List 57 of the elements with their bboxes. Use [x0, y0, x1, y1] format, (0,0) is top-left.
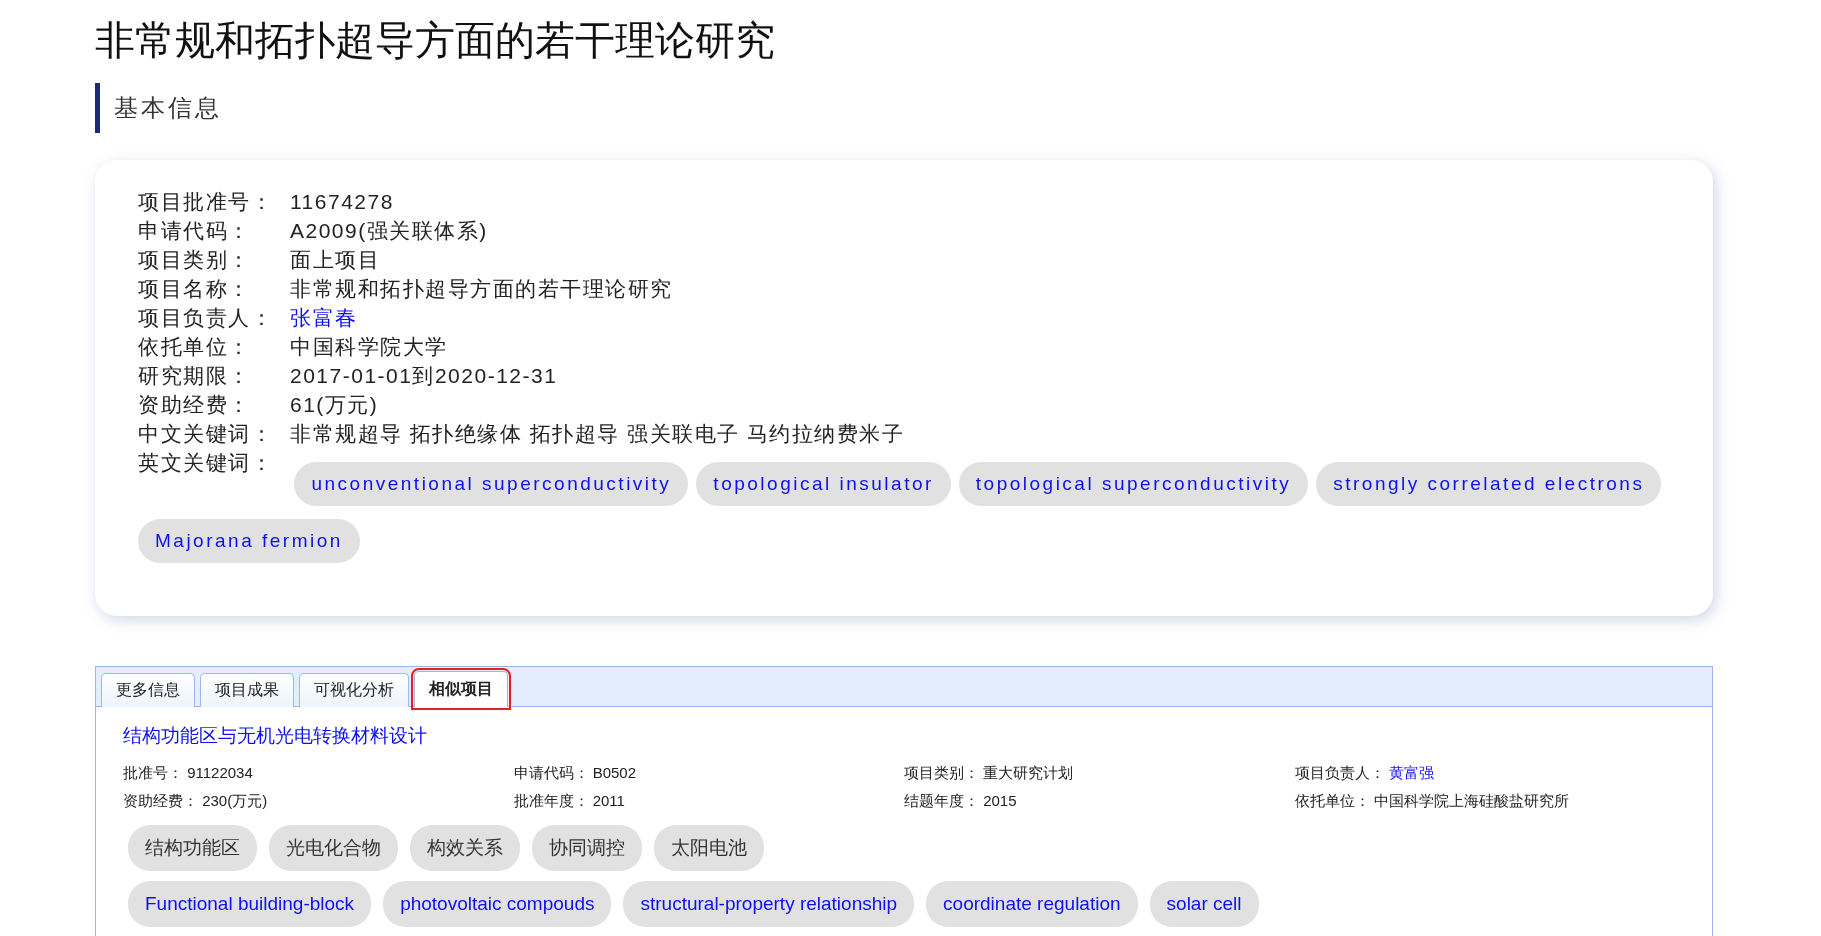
- project-title-link[interactable]: 结构功能区与无机光电转换材料设计: [123, 723, 427, 749]
- field-value: 2011: [592, 792, 625, 809]
- field-value: 91122034: [187, 764, 253, 781]
- keyword-tag[interactable]: photovoltaic compouds: [383, 881, 612, 927]
- field-label: 资助经费：: [123, 792, 198, 809]
- field-value: 11674278: [290, 189, 394, 215]
- keyword-tag[interactable]: solar cell: [1149, 881, 1259, 927]
- keyword-tag[interactable]: 协同调控: [532, 825, 642, 871]
- field-label: 项目批准号：: [138, 189, 274, 215]
- keyword-tag[interactable]: unconventional superconductivity: [294, 462, 689, 506]
- field-value: 非常规超导 拓扑绝缘体 拓扑超导 强关联电子 马约拉纳费米子: [290, 421, 905, 447]
- field-label: 项目负责人：: [1294, 764, 1385, 781]
- field-label: 项目类别：: [138, 247, 252, 273]
- keyword-tag[interactable]: structural-property relationship: [623, 881, 915, 927]
- field-value: 2017-01-01到2020-12-31: [290, 363, 558, 389]
- field-label: 结题年度：: [904, 792, 979, 809]
- field-value: 230(万元): [202, 792, 268, 809]
- field-label: 项目类别：: [904, 764, 979, 781]
- page-title: 非常规和拓扑超导方面的若干理论研究: [95, 17, 776, 64]
- field-label: 项目名称：: [138, 276, 252, 302]
- field-label: 依托单位：: [138, 334, 252, 360]
- field-label: 项目负责人：: [138, 305, 274, 331]
- section-heading: 基本信息: [95, 83, 1713, 133]
- person-link[interactable]: 张富春: [290, 303, 358, 332]
- field-label: 英文关键词：: [138, 450, 274, 476]
- field-value: 中国科学院大学: [290, 334, 448, 360]
- tab[interactable]: 可视化分析: [299, 673, 409, 707]
- tab[interactable]: 相似项目: [414, 671, 508, 707]
- field-label: 资助经费：: [138, 392, 252, 418]
- field-label: 批准号：: [123, 764, 183, 781]
- field-label: 研究期限：: [138, 363, 252, 389]
- field-label: 申请代码：: [138, 218, 252, 244]
- field-value: 面上项目: [290, 247, 380, 273]
- field-value: 非常规和拓扑超导方面的若干理论研究: [290, 276, 673, 302]
- field-value: 61(万元): [290, 392, 379, 418]
- keyword-tag[interactable]: topological superconductivity: [958, 462, 1309, 506]
- tab[interactable]: 更多信息: [101, 673, 195, 707]
- field-value: 2015: [983, 792, 1017, 809]
- keyword-tag[interactable]: Majorana fermion: [138, 519, 360, 563]
- field-value: A2009(强关联体系): [290, 218, 488, 244]
- field-label: 批准年度：: [513, 792, 589, 809]
- keyword-tag[interactable]: 构效关系: [410, 825, 520, 871]
- keyword-tag[interactable]: Functional building-block: [128, 881, 372, 927]
- keyword-tag[interactable]: topological insulator: [696, 462, 951, 506]
- keyword-tag[interactable]: strongly correlated electrons: [1316, 462, 1662, 506]
- keyword-tag[interactable]: 光电化合物: [269, 825, 398, 871]
- field-label: 中文关键词：: [138, 421, 274, 447]
- tab[interactable]: 项目成果: [200, 673, 294, 707]
- field-label: 申请代码：: [513, 764, 589, 781]
- keyword-tag[interactable]: 结构功能区: [128, 825, 257, 871]
- field-label: 依托单位：: [1294, 792, 1370, 809]
- person-link[interactable]: 黄富强: [1388, 764, 1434, 781]
- keyword-tag[interactable]: 太阳电池: [654, 825, 764, 871]
- field-value: 重大研究计划: [983, 764, 1074, 781]
- field-value: B0502: [592, 764, 637, 781]
- field-value: 中国科学院上海硅酸盐研究所: [1373, 792, 1569, 809]
- keyword-tag[interactable]: coordinate regulation: [926, 881, 1138, 927]
